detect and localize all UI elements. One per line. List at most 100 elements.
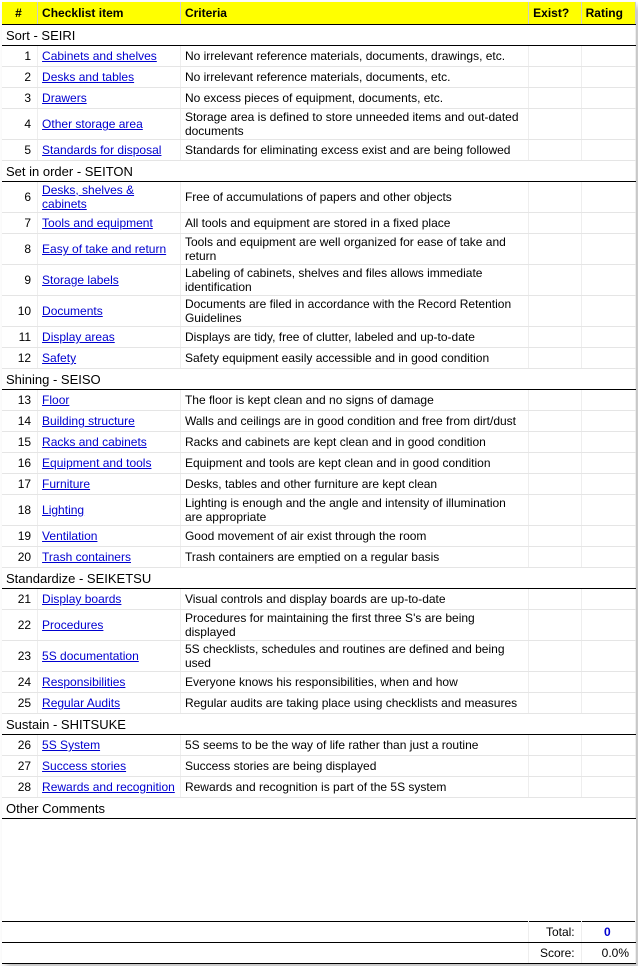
exist-cell[interactable]: [529, 693, 581, 714]
checklist-item-link[interactable]: Standards for disposal: [42, 143, 161, 157]
checklist-item-link[interactable]: Rewards and recognition: [42, 780, 175, 794]
checklist-item-link[interactable]: Equipment and tools: [42, 456, 151, 470]
exist-cell[interactable]: [529, 526, 581, 547]
rating-cell[interactable]: [581, 610, 635, 641]
checklist-item-link[interactable]: Display areas: [42, 330, 115, 344]
checklist-item-link[interactable]: Procedures: [42, 618, 103, 632]
rating-cell[interactable]: [581, 672, 635, 693]
checklist-item-link[interactable]: Regular Audits: [42, 696, 120, 710]
exist-cell[interactable]: [529, 474, 581, 495]
checklist-item-link[interactable]: Furniture: [42, 477, 90, 491]
exist-cell[interactable]: [529, 213, 581, 234]
checklist-item-link[interactable]: 5S System: [42, 738, 100, 752]
rating-cell[interactable]: [581, 88, 635, 109]
exist-cell[interactable]: [529, 88, 581, 109]
checklist-item-cell: Equipment and tools: [38, 453, 181, 474]
checklist-item-cell: Furniture: [38, 474, 181, 495]
exist-cell[interactable]: [529, 641, 581, 672]
checklist-item-link[interactable]: Desks, shelves & cabinets: [42, 183, 134, 211]
exist-cell[interactable]: [529, 610, 581, 641]
exist-cell[interactable]: [529, 182, 581, 213]
exist-cell[interactable]: [529, 109, 581, 140]
row-number: 28: [2, 777, 38, 798]
exist-cell[interactable]: [529, 234, 581, 265]
criteria-cell: Success stories are being displayed: [180, 756, 528, 777]
checklist-item-link[interactable]: Easy of take and return: [42, 242, 166, 256]
exist-cell[interactable]: [529, 672, 581, 693]
exist-cell[interactable]: [529, 265, 581, 296]
row-number: 7: [2, 213, 38, 234]
exist-cell[interactable]: [529, 432, 581, 453]
exist-cell[interactable]: [529, 46, 581, 67]
section-title: Standardize - SEIKETSU: [2, 568, 636, 589]
rating-cell[interactable]: [581, 109, 635, 140]
checklist-item-link[interactable]: Other storage area: [42, 117, 143, 131]
checklist-item-link[interactable]: 5S documentation: [42, 649, 139, 663]
criteria-cell: Lighting is enough and the angle and int…: [180, 495, 528, 526]
rating-cell[interactable]: [581, 213, 635, 234]
checklist-item-link[interactable]: Trash containers: [42, 550, 131, 564]
row-number: 14: [2, 411, 38, 432]
exist-cell[interactable]: [529, 735, 581, 756]
checklist-item-link[interactable]: Building structure: [42, 414, 135, 428]
criteria-cell: Racks and cabinets are kept clean and in…: [180, 432, 528, 453]
rating-cell[interactable]: [581, 735, 635, 756]
rating-cell[interactable]: [581, 411, 635, 432]
checklist-item-link[interactable]: Floor: [42, 393, 69, 407]
rating-cell[interactable]: [581, 67, 635, 88]
rating-cell[interactable]: [581, 589, 635, 610]
table-row: 25Regular AuditsRegular audits are takin…: [2, 693, 636, 714]
exist-cell[interactable]: [529, 777, 581, 798]
checklist-item-link[interactable]: Ventilation: [42, 529, 97, 543]
rating-cell[interactable]: [581, 390, 635, 411]
exist-cell[interactable]: [529, 411, 581, 432]
exist-cell[interactable]: [529, 348, 581, 369]
rating-cell[interactable]: [581, 432, 635, 453]
exist-cell[interactable]: [529, 453, 581, 474]
rating-cell[interactable]: [581, 474, 635, 495]
exist-cell[interactable]: [529, 390, 581, 411]
checklist-item-link[interactable]: Cabinets and shelves: [42, 49, 157, 63]
rating-cell[interactable]: [581, 265, 635, 296]
checklist-item-link[interactable]: Lighting: [42, 503, 84, 517]
exist-cell[interactable]: [529, 589, 581, 610]
checklist-item-link[interactable]: Storage labels: [42, 273, 119, 287]
total-value: 0: [581, 922, 635, 943]
rating-cell[interactable]: [581, 296, 635, 327]
exist-cell[interactable]: [529, 327, 581, 348]
checklist-item-link[interactable]: Responsibilities: [42, 675, 125, 689]
checklist-item-link[interactable]: Drawers: [42, 91, 87, 105]
rating-cell[interactable]: [581, 453, 635, 474]
rating-cell[interactable]: [581, 756, 635, 777]
checklist-item-link[interactable]: Display boards: [42, 592, 121, 606]
checklist-item-cell: Display boards: [38, 589, 181, 610]
table-row: 16Equipment and toolsEquipment and tools…: [2, 453, 636, 474]
exist-cell[interactable]: [529, 756, 581, 777]
rating-cell[interactable]: [581, 140, 635, 161]
criteria-cell: Displays are tidy, free of clutter, labe…: [180, 327, 528, 348]
row-number: 17: [2, 474, 38, 495]
checklist-item-link[interactable]: Racks and cabinets: [42, 435, 147, 449]
checklist-item-link[interactable]: Documents: [42, 304, 103, 318]
checklist-item-link[interactable]: Tools and equipment: [42, 216, 153, 230]
rating-cell[interactable]: [581, 234, 635, 265]
rating-cell[interactable]: [581, 547, 635, 568]
exist-cell[interactable]: [529, 547, 581, 568]
rating-cell[interactable]: [581, 46, 635, 67]
rating-cell[interactable]: [581, 641, 635, 672]
rating-cell[interactable]: [581, 182, 635, 213]
rating-cell[interactable]: [581, 348, 635, 369]
table-row: 20Trash containersTrash containers are e…: [2, 547, 636, 568]
exist-cell[interactable]: [529, 495, 581, 526]
rating-cell[interactable]: [581, 777, 635, 798]
rating-cell[interactable]: [581, 693, 635, 714]
exist-cell[interactable]: [529, 67, 581, 88]
rating-cell[interactable]: [581, 526, 635, 547]
rating-cell[interactable]: [581, 495, 635, 526]
checklist-item-link[interactable]: Safety: [42, 351, 76, 365]
rating-cell[interactable]: [581, 327, 635, 348]
exist-cell[interactable]: [529, 296, 581, 327]
exist-cell[interactable]: [529, 140, 581, 161]
checklist-item-link[interactable]: Desks and tables: [42, 70, 134, 84]
checklist-item-link[interactable]: Success stories: [42, 759, 126, 773]
